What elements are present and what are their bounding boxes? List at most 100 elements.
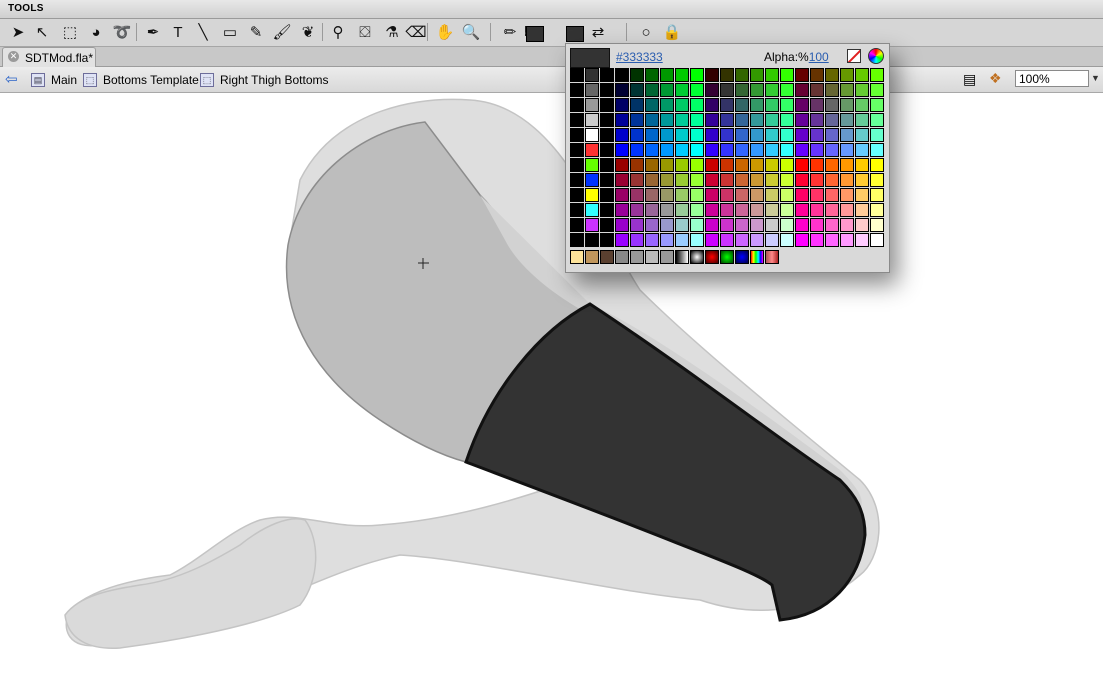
color-swatch[interactable] <box>750 83 764 97</box>
color-swatch[interactable] <box>825 233 839 247</box>
color-swatch[interactable] <box>720 83 734 97</box>
color-swatch[interactable] <box>675 203 689 217</box>
color-swatch[interactable] <box>630 158 644 172</box>
color-swatch[interactable] <box>855 113 869 127</box>
color-swatch[interactable] <box>765 128 779 142</box>
color-swatch[interactable] <box>690 68 704 82</box>
color-swatch[interactable] <box>645 83 659 97</box>
color-swatch[interactable] <box>660 188 674 202</box>
color-swatch[interactable] <box>675 98 689 112</box>
color-swatch[interactable] <box>585 218 599 232</box>
color-swatch[interactable] <box>630 68 644 82</box>
pen-icon[interactable]: ✒ <box>143 22 163 42</box>
paint-bucket-icon[interactable]: ⛋ <box>355 22 375 42</box>
color-swatch[interactable] <box>630 143 644 157</box>
color-swatch[interactable] <box>570 233 584 247</box>
color-swatch[interactable] <box>735 128 749 142</box>
color-swatch[interactable] <box>870 233 884 247</box>
color-swatch[interactable] <box>795 143 809 157</box>
color-swatch[interactable] <box>705 68 719 82</box>
color-swatch[interactable] <box>780 233 794 247</box>
subselection-arrow-icon[interactable]: ↖ <box>32 22 52 42</box>
color-swatch[interactable] <box>765 113 779 127</box>
color-swatch[interactable] <box>705 158 719 172</box>
color-swatch[interactable] <box>705 83 719 97</box>
color-swatches-popup[interactable]: #333333 Alpha:%100 <box>565 43 890 273</box>
color-swatch[interactable] <box>630 188 644 202</box>
color-swatch[interactable] <box>810 128 824 142</box>
color-swatch[interactable] <box>720 113 734 127</box>
color-swatch[interactable] <box>855 188 869 202</box>
color-swatch[interactable] <box>585 188 599 202</box>
alpha-value[interactable]: 100 <box>809 50 829 64</box>
color-swatch[interactable] <box>765 218 779 232</box>
alpha-control[interactable]: Alpha:%100 <box>764 50 829 64</box>
edit-scene-icon[interactable]: ▤ <box>963 71 976 88</box>
close-tab-icon[interactable]: ✕ <box>8 51 19 62</box>
text-icon[interactable]: T <box>168 22 188 42</box>
color-swatch[interactable] <box>855 203 869 217</box>
color-swatch[interactable] <box>615 83 629 97</box>
color-swatch[interactable] <box>630 250 644 264</box>
stroke-color-icon[interactable]: ✏ <box>500 22 520 42</box>
color-swatch[interactable] <box>615 173 629 187</box>
color-swatch[interactable] <box>780 158 794 172</box>
color-swatch[interactable] <box>765 68 779 82</box>
color-swatch[interactable] <box>570 203 584 217</box>
color-swatch[interactable] <box>570 173 584 187</box>
color-swatch[interactable] <box>870 83 884 97</box>
color-swatch[interactable] <box>780 83 794 97</box>
color-swatch[interactable] <box>870 173 884 187</box>
color-swatch[interactable] <box>750 218 764 232</box>
color-swatch[interactable] <box>660 143 674 157</box>
snap-icon[interactable]: 🔒 <box>662 22 682 42</box>
color-swatch[interactable] <box>675 143 689 157</box>
color-swatch[interactable] <box>735 143 749 157</box>
color-swatch[interactable] <box>630 128 644 142</box>
color-swatch[interactable] <box>615 218 629 232</box>
color-swatch[interactable] <box>615 233 629 247</box>
color-swatch[interactable] <box>615 98 629 112</box>
document-tab[interactable]: ✕ SDTMod.fla* <box>2 47 96 67</box>
breadcrumb-item-right-thigh-bottoms[interactable]: ⬚ Right Thigh Bottoms <box>200 72 329 88</box>
color-swatch[interactable] <box>780 113 794 127</box>
color-swatch[interactable] <box>855 233 869 247</box>
color-swatch[interactable] <box>645 113 659 127</box>
color-swatch[interactable] <box>600 173 614 187</box>
color-swatch[interactable] <box>585 83 599 97</box>
color-swatch[interactable] <box>765 203 779 217</box>
color-swatch[interactable] <box>720 98 734 112</box>
color-swatch[interactable] <box>675 128 689 142</box>
color-swatch[interactable] <box>780 173 794 187</box>
color-swatch[interactable] <box>570 143 584 157</box>
color-swatch[interactable] <box>870 158 884 172</box>
color-swatch[interactable] <box>600 233 614 247</box>
color-swatch[interactable] <box>855 83 869 97</box>
color-swatch[interactable] <box>795 203 809 217</box>
color-swatch[interactable] <box>795 128 809 142</box>
color-swatch[interactable] <box>600 128 614 142</box>
color-swatch[interactable] <box>810 173 824 187</box>
color-swatch[interactable] <box>690 203 704 217</box>
color-swatch[interactable] <box>825 218 839 232</box>
color-swatch[interactable] <box>675 218 689 232</box>
color-swatch[interactable] <box>660 83 674 97</box>
color-swatch[interactable] <box>660 173 674 187</box>
color-swatch[interactable] <box>765 158 779 172</box>
color-swatch[interactable] <box>630 233 644 247</box>
color-swatch[interactable] <box>870 203 884 217</box>
hand-icon[interactable]: ✋ <box>435 22 455 42</box>
color-swatch[interactable] <box>675 113 689 127</box>
color-swatch[interactable] <box>705 113 719 127</box>
color-swatch[interactable] <box>780 218 794 232</box>
eyedropper-icon[interactable]: ⚗ <box>382 22 402 42</box>
color-swatch[interactable] <box>780 98 794 112</box>
color-swatch[interactable] <box>840 158 854 172</box>
zoom-dropdown-icon[interactable]: ▼ <box>1091 70 1103 87</box>
color-chip[interactable] <box>566 26 584 42</box>
color-swatch[interactable] <box>735 188 749 202</box>
color-swatch[interactable] <box>705 218 719 232</box>
no-color-icon[interactable] <box>847 49 861 63</box>
edit-symbols-icon[interactable]: ❖ <box>989 70 1002 87</box>
color-swatch[interactable] <box>810 188 824 202</box>
